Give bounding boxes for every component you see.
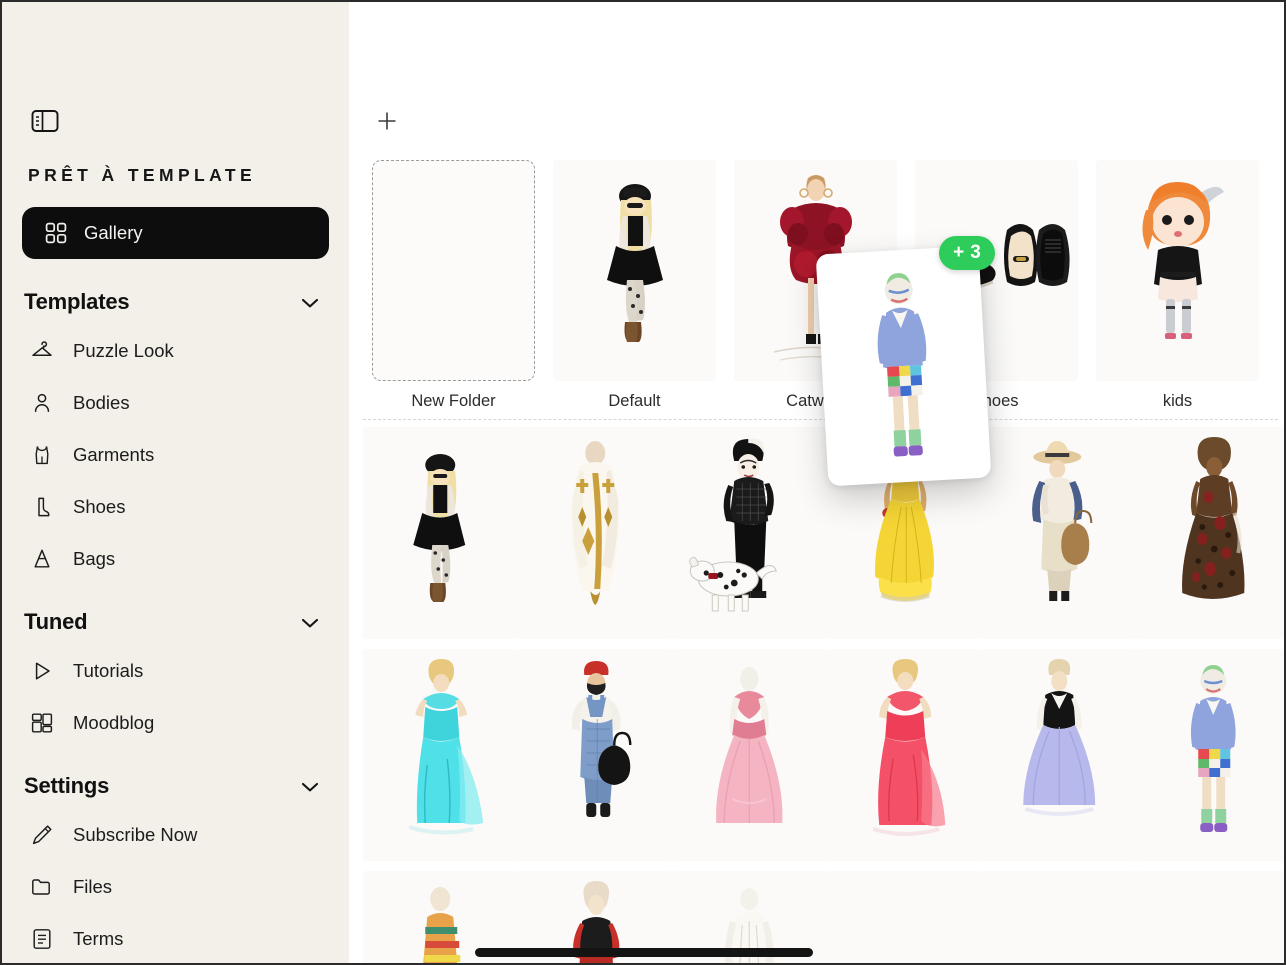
sidebar-item-label: Tutorials <box>73 660 144 681</box>
plus-icon[interactable] <box>371 105 403 137</box>
man-blue-blazer-illustration <box>877 273 927 457</box>
pen-icon <box>30 823 54 847</box>
chevron-down-icon <box>301 780 319 792</box>
brand-title: PRÊT À TEMPLATE <box>28 165 257 185</box>
chevron-down-icon <box>301 296 319 308</box>
gallery-item[interactable] <box>826 649 981 861</box>
horizontal-scrollbar-track[interactable] <box>349 945 1284 963</box>
panel-left-icon[interactable] <box>30 108 60 134</box>
sidebar-item-gallery[interactable]: Gallery <box>22 207 329 259</box>
gallery-item[interactable] <box>1135 427 1284 639</box>
badge-plus-sign: + <box>953 242 965 263</box>
sidebar-item-label: Shoes <box>73 496 126 517</box>
sidebar-group-tuned[interactable]: Tuned <box>22 599 329 645</box>
sidebar-item-terms[interactable]: Terms <box>22 913 329 963</box>
sidebar-group-label: Templates <box>24 289 130 314</box>
bag-icon <box>30 547 54 571</box>
gallery-item[interactable] <box>672 649 827 861</box>
application-window: PRÊT À TEMPLATE Gallery Templates Puzzle… <box>0 0 1286 965</box>
brown-floral-gown-illustration <box>1181 437 1244 599</box>
sidebar-item-files[interactable]: Files <box>22 861 329 913</box>
sidebar-item-puzzle-look[interactable]: Puzzle Look <box>22 325 329 377</box>
folder-default[interactable]: Default <box>544 160 725 411</box>
pink-tulle-gown-illustration <box>716 667 783 824</box>
sidebar: PRÊT À TEMPLATE Gallery Templates Puzzle… <box>2 2 349 963</box>
horizontal-scrollbar-thumb[interactable] <box>475 948 813 957</box>
folder-thumbnail <box>1096 160 1259 381</box>
sidebar-item-garments[interactable]: Garments <box>22 429 329 481</box>
sidebar-item-label: Moodblog <box>73 712 155 733</box>
sidebar-group-settings[interactable]: Settings <box>22 763 329 809</box>
white-gold-gown-illustration <box>569 441 620 605</box>
sidebar-group-label: Settings <box>24 773 110 798</box>
sidebar-item-label: Gallery <box>84 222 143 243</box>
coral-gown-illustration <box>872 659 945 836</box>
man-blue-blazer-illustration <box>1190 665 1236 832</box>
folder-icon <box>30 875 54 899</box>
gallery-item[interactable] <box>517 427 672 639</box>
gallery-item[interactable] <box>517 649 672 861</box>
sidebar-item-label: Files <box>73 876 113 897</box>
kid-orange-hair-illustration <box>1142 182 1224 339</box>
sidebar-item-label: Puzzle Look <box>73 340 174 361</box>
dress-icon <box>30 443 54 467</box>
hanger-icon <box>30 339 54 363</box>
layout-icon <box>30 711 54 735</box>
gallery-grid <box>363 427 1284 963</box>
document-icon <box>30 927 54 951</box>
folder-thumbnail <box>372 160 535 381</box>
sidebar-item-bags[interactable]: Bags <box>22 533 329 585</box>
drag-count-badge: + 3 <box>939 236 995 270</box>
folder-new[interactable]: New Folder <box>363 160 544 411</box>
sidebar-item-tutorials[interactable]: Tutorials <box>22 645 329 697</box>
sidebar-item-label: Subscribe Now <box>73 824 198 845</box>
folder-label: New Folder <box>411 392 496 410</box>
sidebar-group-label: Tuned <box>24 609 88 634</box>
cruella-dalmatian-illustration <box>689 438 777 612</box>
gallery-main-panel: New Folder Default Catwalk shoes kids + … <box>349 2 1284 963</box>
sidebar-item-label: Bodies <box>73 392 130 413</box>
sidebar-nav: Gallery Templates Puzzle Look Bodies Gar… <box>2 207 349 963</box>
denim-overalls-illustration <box>571 661 631 817</box>
folder-label: Default <box>608 392 661 410</box>
aqua-gown-illustration <box>408 659 484 835</box>
gallery-item[interactable] <box>981 427 1136 639</box>
gallery-item[interactable] <box>1135 649 1284 861</box>
gallery-item[interactable] <box>672 427 827 639</box>
sidebar-item-moodblog[interactable]: Moodblog <box>22 697 329 749</box>
boot-icon <box>30 495 54 519</box>
badge-count: 3 <box>970 242 981 263</box>
sidebar-item-label: Bags <box>73 548 116 569</box>
folder-thumbnail <box>553 160 716 381</box>
sidebar-item-shoes[interactable]: Shoes <box>22 481 329 533</box>
folder-kids[interactable]: kids <box>1087 160 1268 411</box>
folder-grid-divider <box>363 419 1278 420</box>
lilac-skirt-look-illustration <box>1023 659 1096 816</box>
hat-beige-outfit-illustration <box>1032 441 1093 601</box>
girl-black-skirt-illustration <box>413 454 466 602</box>
gallery-item[interactable] <box>363 649 518 861</box>
grid-icon <box>44 221 68 245</box>
sidebar-item-label: Garments <box>73 444 155 465</box>
person-icon <box>30 391 54 415</box>
gallery-item[interactable] <box>363 427 518 639</box>
play-icon <box>30 659 54 683</box>
folder-label: kids <box>1162 392 1193 410</box>
gallery-item[interactable] <box>981 649 1136 861</box>
sidebar-item-label: Terms <box>73 928 124 949</box>
sidebar-item-bodies[interactable]: Bodies <box>22 377 329 429</box>
sidebar-item-subscribe-now[interactable]: Subscribe Now <box>22 809 329 861</box>
grid-row-gap <box>363 861 1284 871</box>
sidebar-group-templates[interactable]: Templates <box>22 279 329 325</box>
girl-black-skirt-illustration <box>607 184 663 342</box>
grid-row-gap <box>363 639 1284 649</box>
chevron-down-icon <box>301 616 319 628</box>
dragged-item-card[interactable] <box>815 245 992 487</box>
